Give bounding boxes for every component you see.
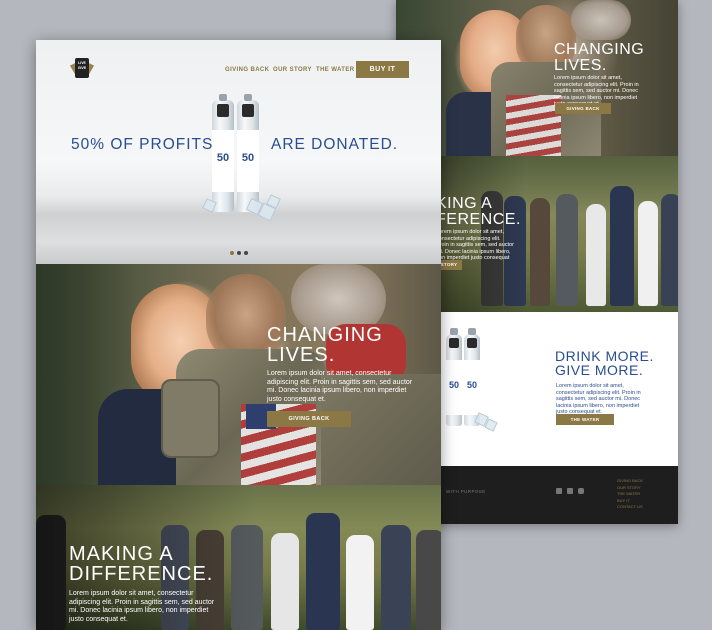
giving-back-button[interactable]: GIVING BACK — [267, 411, 351, 427]
back-changing-title: CHANGING LIVES. — [554, 41, 645, 74]
nav-the-water[interactable]: THE WATER — [316, 67, 355, 73]
buy-it-button[interactable]: BUY IT — [356, 61, 409, 78]
main-page-mockup: LIVE GIVE GIVING BACK OUR STORY THE WATE… — [36, 40, 441, 630]
back-the-water-button[interactable]: THE WATER — [556, 414, 614, 425]
nav-our-story[interactable]: OUR STORY — [273, 67, 312, 73]
carousel-dots — [230, 251, 250, 256]
back-drink-title: DRINK MORE. GIVE MORE. — [555, 348, 654, 378]
back-flag — [506, 95, 561, 156]
changing-lives-section: CHANGING LIVES. Lorem ipsum dolor sit am… — [36, 264, 441, 485]
making-difference-body: Lorem ipsum dolor sit amet, consectetur … — [69, 590, 215, 623]
back-bottle-1: 50 — [446, 328, 462, 426]
footer-tagline: WITH PURPOSE — [446, 489, 486, 494]
back-giving-back-button[interactable]: GIVING BACK — [555, 103, 611, 114]
changing-lives-title: CHANGING LIVES. — [267, 324, 383, 366]
facebook-icon[interactable] — [556, 488, 562, 494]
making-difference-title: MAKING A DIFFERENCE. — [69, 543, 214, 585]
footer-social-icons — [556, 488, 596, 496]
water-bottle-2: 50 — [237, 94, 259, 212]
instagram-icon[interactable] — [578, 488, 584, 494]
hero-section: LIVE GIVE GIVING BACK OUR STORY THE WATE… — [36, 40, 441, 264]
changing-lives-body: Lorem ipsum dolor sit amet, consectetur … — [267, 370, 413, 403]
water-bottle-1: 50 — [212, 94, 234, 212]
footer-link[interactable]: GIVING BACK — [617, 478, 643, 485]
footer-links: GIVING BACK OUR STORY THE WATER BUY IT C… — [617, 478, 643, 511]
carousel-dot[interactable] — [237, 251, 241, 255]
hero-text-left: 50% OF PROFITS — [71, 136, 214, 153]
back-difference-title: KING A FERENCE. — [436, 195, 521, 228]
backpack — [161, 379, 220, 458]
twitter-icon[interactable] — [567, 488, 573, 494]
hero-text-right: ARE DONATED. — [271, 136, 399, 153]
carousel-dot-active[interactable] — [230, 251, 234, 255]
back-drink-body: Lorem ipsum dolor sit amet, consectetur … — [556, 383, 641, 415]
carousel-dot[interactable] — [244, 251, 248, 255]
footer-link[interactable]: CONTACT US — [617, 504, 643, 511]
logo[interactable]: LIVE GIVE — [70, 58, 94, 80]
making-difference-section: MAKING A DIFFERENCE. Lorem ipsum dolor s… — [36, 485, 441, 630]
nav-giving-back[interactable]: GIVING BACK — [225, 67, 269, 73]
footer-link[interactable]: THE WATER — [617, 491, 643, 498]
